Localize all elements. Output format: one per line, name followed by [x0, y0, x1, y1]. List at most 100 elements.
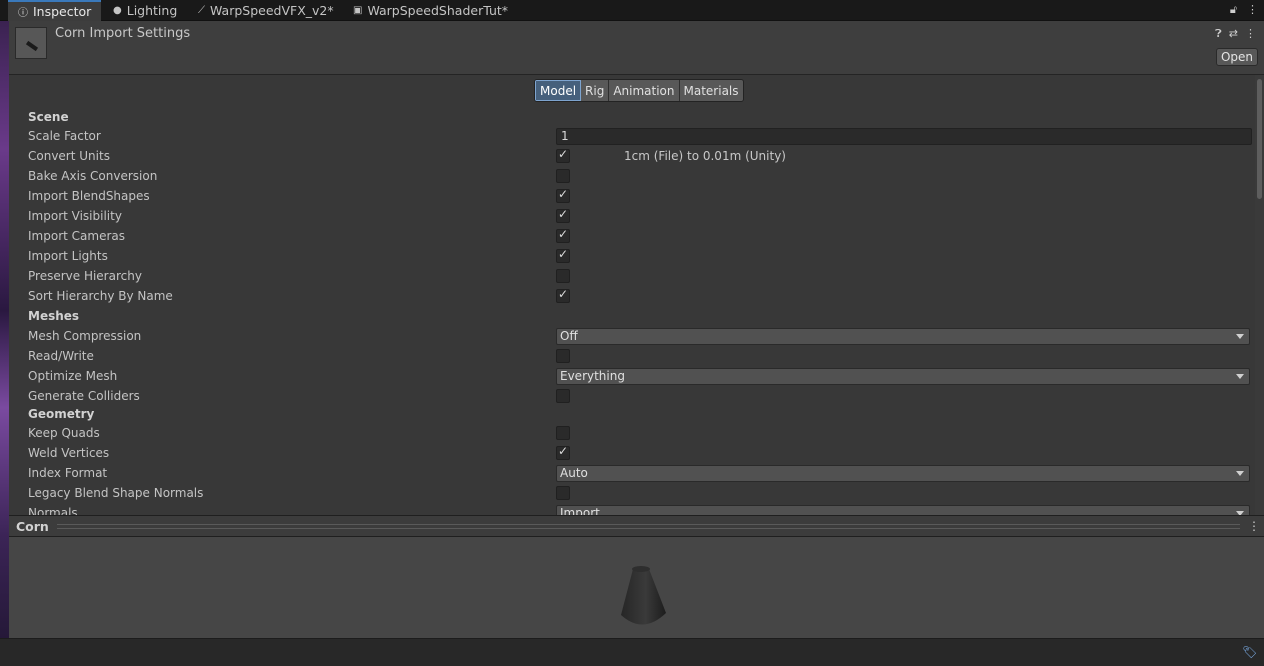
- field-label: Index Format: [28, 466, 108, 480]
- field-label: Optimize Mesh: [28, 369, 118, 383]
- kebab-menu-icon[interactable]: ⋮: [1245, 27, 1256, 41]
- tab-label: WarpSpeedShaderTut*: [367, 3, 509, 18]
- legacy-blend-checkbox[interactable]: [556, 486, 570, 500]
- inspector-header: Corn Import Settings ❓︎ ⇄ ⋮ Open: [9, 21, 1264, 75]
- preview-title: Corn: [16, 518, 49, 534]
- index-format-row: Index Format Auto: [28, 463, 1253, 483]
- scale-factor-row: Scale Factor 1: [28, 126, 1253, 146]
- import-cameras-checkbox[interactable]: [556, 227, 570, 243]
- field-label: Bake Axis Conversion: [28, 169, 158, 183]
- status-bar: 🏷︎: [0, 638, 1264, 666]
- field-label: Scale Factor: [28, 129, 101, 143]
- preserve-hierarchy-checkbox[interactable]: [556, 269, 570, 283]
- scene-view-edge: A: [0, 20, 9, 666]
- tab-model[interactable]: Model: [535, 80, 582, 101]
- sort-hierarchy-row: Sort Hierarchy By Name: [28, 286, 1253, 306]
- tab-label: Inspector: [33, 4, 92, 19]
- section-heading: Geometry: [28, 407, 95, 421]
- legacy-blend-row: Legacy Blend Shape Normals: [28, 483, 1253, 503]
- editor-tab-bar: ⓘ Inspector ● Lighting ⟋ WarpSpeedVFX_v2…: [0, 0, 1264, 21]
- import-visibility-checkbox[interactable]: [556, 207, 570, 223]
- import-properties: Scene Scale Factor 1 Convert Units 1cm (…: [9, 105, 1254, 515]
- tab-label: Lighting: [126, 3, 178, 18]
- field-label: Mesh Compression: [28, 329, 142, 343]
- preserve-hierarchy-row: Preserve Hierarchy: [28, 266, 1253, 286]
- dropdown-value: Auto: [560, 466, 588, 480]
- normals-row: Normals Import: [28, 503, 1253, 515]
- open-button[interactable]: Open: [1216, 48, 1258, 66]
- index-format-dropdown[interactable]: Auto: [556, 464, 1250, 482]
- section-heading: Meshes: [28, 309, 80, 323]
- bake-axis-checkbox[interactable]: [556, 169, 570, 183]
- import-lights-checkbox[interactable]: [556, 247, 570, 263]
- keep-quads-row: Keep Quads: [28, 423, 1253, 443]
- field-label: Keep Quads: [28, 426, 100, 440]
- tab-warpspeedshadertut[interactable]: ▣ WarpSpeedShaderTut*: [343, 0, 518, 21]
- inspector-scrollbar[interactable]: [1255, 75, 1264, 515]
- tab-animation[interactable]: Animation: [609, 80, 680, 101]
- preset-icon[interactable]: ⇄: [1229, 27, 1238, 41]
- shader-graph-icon: ▣: [353, 5, 363, 16]
- unit-conversion-note: 1cm (File) to 0.01m (Unity): [624, 149, 786, 163]
- convert-units-checkbox[interactable]: [556, 147, 570, 163]
- chevron-down-icon: [1236, 333, 1244, 339]
- inspector-panel: Corn Import Settings ❓︎ ⇄ ⋮ Open Model R…: [9, 21, 1264, 638]
- import-blendshapes-row: Import BlendShapes: [28, 186, 1253, 206]
- field-label: Generate Colliders: [28, 389, 140, 403]
- keep-quads-checkbox[interactable]: [556, 426, 570, 440]
- field-label: Sort Hierarchy By Name: [28, 289, 173, 303]
- preview-header[interactable]: Corn ⋮: [9, 515, 1264, 537]
- optimize-mesh-dropdown[interactable]: Everything: [556, 367, 1250, 385]
- field-label: Convert Units: [28, 149, 110, 163]
- chevron-down-icon: [1236, 373, 1244, 379]
- section-scene: Scene: [28, 107, 1253, 127]
- field-label: Import BlendShapes: [28, 189, 150, 203]
- read-write-checkbox[interactable]: [556, 349, 570, 363]
- help-icon[interactable]: ❓︎: [1215, 27, 1222, 41]
- field-label: Import Cameras: [28, 229, 125, 243]
- dropdown-value: Import: [560, 506, 600, 515]
- field-label: Read/Write: [28, 349, 94, 363]
- import-tabs: Model Rig Animation Materials: [534, 79, 744, 102]
- asset-thumbnail: [15, 27, 47, 59]
- mesh-compression-row: Mesh Compression Off: [28, 326, 1253, 346]
- kebab-menu-icon[interactable]: ⋮: [1247, 3, 1258, 17]
- scale-factor-input[interactable]: 1: [556, 127, 1252, 145]
- scrollbar-thumb[interactable]: [1257, 79, 1262, 199]
- bake-axis-row: Bake Axis Conversion: [28, 166, 1253, 186]
- import-blendshapes-checkbox[interactable]: [556, 187, 570, 203]
- kebab-menu-icon[interactable]: ⋮: [1248, 519, 1260, 533]
- page-title: Corn Import Settings: [55, 26, 191, 41]
- field-label: Weld Vertices: [28, 446, 110, 460]
- mesh-compression-dropdown[interactable]: Off: [556, 327, 1250, 345]
- info-icon: ⓘ: [18, 8, 28, 19]
- header-icons: ❓︎ ⇄ ⋮: [1215, 27, 1256, 41]
- field-label: Preserve Hierarchy: [28, 269, 142, 283]
- field-label: Import Lights: [28, 249, 108, 263]
- normals-dropdown[interactable]: Import: [556, 504, 1250, 515]
- field-label: Legacy Blend Shape Normals: [28, 486, 204, 500]
- model-preview[interactable]: [9, 537, 1264, 638]
- tab-warpspeedvfx[interactable]: ⟋ WarpSpeedVFX_v2*: [188, 0, 344, 21]
- import-lights-row: Import Lights: [28, 246, 1253, 266]
- bulb-icon: ●: [113, 5, 122, 16]
- tag-icon[interactable]: 🏷︎: [1242, 645, 1257, 659]
- weld-vertices-checkbox[interactable]: [556, 444, 570, 460]
- generate-colliders-checkbox[interactable]: [556, 389, 570, 403]
- field-label: Normals: [28, 506, 78, 515]
- section-meshes: Meshes: [28, 306, 1253, 326]
- vfx-icon: ⟋: [198, 5, 205, 16]
- section-geometry: Geometry: [28, 404, 1253, 424]
- tab-rig[interactable]: Rig: [581, 80, 610, 101]
- drag-handle[interactable]: [56, 523, 1240, 529]
- tab-lighting[interactable]: ● Lighting: [103, 0, 187, 21]
- lock-icon[interactable]: 🔓︎: [1230, 3, 1237, 17]
- weld-vertices-row: Weld Vertices: [28, 443, 1253, 463]
- sort-hierarchy-checkbox[interactable]: [556, 287, 570, 303]
- convert-units-row: Convert Units 1cm (File) to 0.01m (Unity…: [28, 146, 1253, 166]
- optimize-mesh-row: Optimize Mesh Everything: [28, 366, 1253, 386]
- tab-label: WarpSpeedVFX_v2*: [210, 3, 334, 18]
- tab-inspector[interactable]: ⓘ Inspector: [8, 0, 102, 21]
- tab-materials[interactable]: Materials: [679, 80, 743, 101]
- field-label: Import Visibility: [28, 209, 122, 223]
